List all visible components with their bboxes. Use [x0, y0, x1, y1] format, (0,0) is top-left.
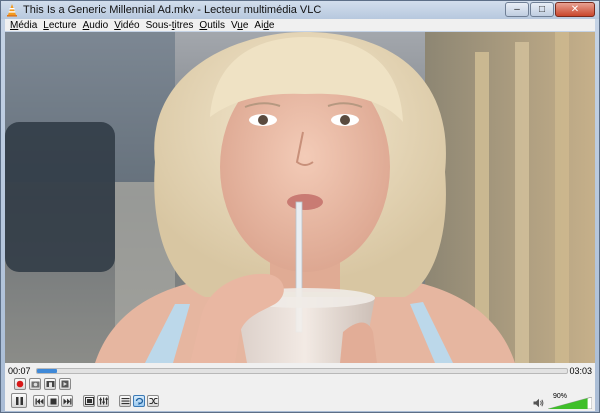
- extended-settings-icon: [98, 397, 108, 405]
- loop-button[interactable]: [133, 395, 145, 407]
- menu-item-text: idéo: [120, 19, 140, 31]
- menu-item-text: itres: [174, 19, 194, 31]
- window-controls: – □ ✕: [505, 2, 595, 17]
- snapshot-icon: [31, 380, 40, 388]
- extended-settings-button[interactable]: [97, 395, 109, 407]
- menu-item-text: ecture: [48, 19, 77, 31]
- minimize-button[interactable]: –: [505, 2, 529, 17]
- menu-item-text: édia: [18, 19, 38, 31]
- seek-progress: [37, 369, 58, 373]
- playlist-icon: [121, 397, 130, 405]
- speaker-icon[interactable]: [533, 398, 544, 411]
- fullscreen-button[interactable]: [83, 395, 95, 407]
- pause-icon: [15, 396, 24, 406]
- stop-button[interactable]: [47, 395, 59, 407]
- maximize-button[interactable]: □: [530, 2, 554, 17]
- menu-item-3[interactable]: Vidéo: [111, 20, 142, 31]
- seek-bar[interactable]: [36, 368, 568, 374]
- menu-item-text: utils: [207, 19, 225, 31]
- elapsed-time: 00:07: [8, 366, 31, 376]
- shuffle-button[interactable]: [147, 395, 159, 407]
- menu-item-6[interactable]: Vue: [228, 20, 251, 31]
- menu-item-5[interactable]: Outils: [196, 20, 228, 31]
- record-icon: [16, 380, 24, 388]
- frame-step-button[interactable]: [59, 378, 71, 390]
- fullscreen-icon: [84, 397, 94, 405]
- previous-icon: [35, 398, 44, 405]
- next-icon: [63, 398, 72, 405]
- menu-item-text: udio: [89, 19, 109, 31]
- video-frame: [5, 32, 595, 363]
- menu-item-text: Sous-: [145, 19, 172, 31]
- next-button[interactable]: [61, 395, 73, 407]
- frame-step-icon: [61, 380, 69, 388]
- playlist-button[interactable]: [119, 395, 131, 407]
- close-button[interactable]: ✕: [555, 2, 595, 17]
- menu-item-0[interactable]: Média: [7, 20, 40, 31]
- menu-item-text: e: [242, 19, 249, 31]
- menu-item-text: e: [268, 19, 275, 31]
- loop-ab-button[interactable]: [44, 378, 56, 390]
- total-time[interactable]: 03:03: [569, 366, 592, 376]
- record-button[interactable]: [14, 378, 26, 390]
- menu-item-7[interactable]: Aide: [251, 20, 277, 31]
- loop-ab-icon: [46, 380, 55, 388]
- title-bar[interactable]: This Is a Generic Millennial Ad.mkv - Le…: [1, 1, 599, 19]
- pause-button[interactable]: [11, 393, 27, 408]
- menu-item-2[interactable]: Audio: [80, 20, 112, 31]
- menu-item-4[interactable]: Sous-titres: [143, 20, 197, 31]
- vlc-window: This Is a Generic Millennial Ad.mkv - Le…: [0, 0, 600, 413]
- video-area[interactable]: [5, 32, 595, 363]
- menu-item-text: Ai: [254, 19, 264, 31]
- vlc-cone-icon: [5, 3, 19, 17]
- volume-slider[interactable]: [548, 397, 592, 409]
- previous-button[interactable]: [33, 395, 45, 407]
- menu-item-1[interactable]: Lecture: [40, 20, 79, 31]
- stop-icon: [50, 398, 57, 405]
- controls-panel: 00:07 03:03 90%: [5, 363, 595, 411]
- loop-icon: [135, 397, 144, 405]
- window-title: This Is a Generic Millennial Ad.mkv - Le…: [23, 4, 322, 16]
- menu-bar: Média Lecture Audio Vidéo Sous-titres Outils V…: [5, 19, 595, 31]
- snapshot-button[interactable]: [29, 378, 41, 390]
- shuffle-icon: [149, 397, 158, 405]
